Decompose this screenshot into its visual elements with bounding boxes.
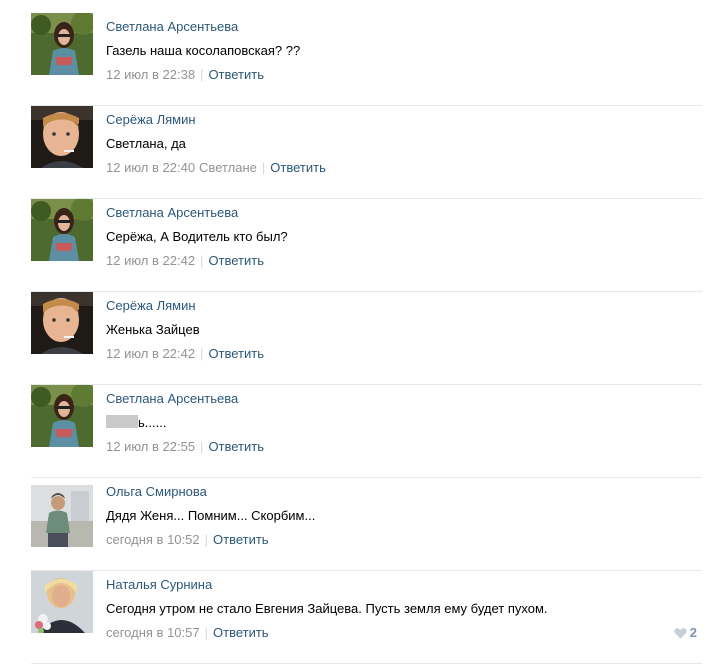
comment-text: ь...... <box>106 415 166 431</box>
comment-item: Серёжа Лямин Светлана, да 12 июл в 22:40… <box>31 106 702 199</box>
divider: | <box>200 439 204 454</box>
comment-text: Светлана, да <box>106 136 186 151</box>
avatar[interactable] <box>31 292 93 354</box>
comment-item: Серёжа Лямин Женька Зайцев 12 июл в 22:4… <box>31 292 702 385</box>
comment-author[interactable]: Светлана Арсентьева <box>106 391 238 407</box>
comment-meta: 12 июл в 22:40 Светлане | Ответить <box>106 160 326 176</box>
comment-author[interactable]: Серёжа Лямин <box>106 112 196 128</box>
comment-item: Ольга Смирнова Дядя Женя... Помним... Ск… <box>31 478 702 571</box>
comment-time[interactable]: сегодня в 10:52 <box>106 532 200 547</box>
divider: | <box>261 160 266 175</box>
comment-meta: 12 июл в 22:42 | Ответить <box>106 346 264 362</box>
like-button[interactable]: 2 <box>674 625 697 641</box>
comment-author[interactable]: Серёжа Лямин <box>106 298 196 314</box>
reply-button[interactable]: Ответить <box>270 160 326 175</box>
divider: | <box>200 346 204 361</box>
comment-time[interactable]: 12 июл в 22:42 <box>106 253 195 268</box>
avatar[interactable] <box>31 199 93 261</box>
divider: | <box>204 625 208 640</box>
comment-text-visible: ь...... <box>138 415 167 430</box>
comment-author[interactable]: Светлана Арсентьева <box>106 205 238 221</box>
comment-meta: сегодня в 10:52 | Ответить <box>106 532 269 548</box>
comment-text: Серёжа, А Водитель кто был? <box>106 229 288 244</box>
comment-item: Наталья Сурнина Сегодня утром не стало Е… <box>31 571 702 664</box>
like-count: 2 <box>689 625 697 640</box>
comment-item: Светлана Арсентьева Газель наша косолапо… <box>31 13 702 106</box>
avatar[interactable] <box>31 571 93 633</box>
reply-button[interactable]: Ответить <box>213 625 269 640</box>
reply-addressee[interactable]: Светлане <box>199 160 257 175</box>
avatar[interactable] <box>31 106 93 168</box>
comment-item: Светлана Арсентьева ь...... 12 июл в 22:… <box>31 385 702 478</box>
avatar[interactable] <box>31 485 93 547</box>
comment-author[interactable]: Наталья Сурнина <box>106 577 212 593</box>
comment-time[interactable]: 12 июл в 22:40 <box>106 160 195 175</box>
comment-time[interactable]: сегодня в 10:57 <box>106 625 200 640</box>
comment-item: Светлана Арсентьева Серёжа, А Водитель к… <box>31 199 702 292</box>
comment-meta: 12 июл в 22:55 | Ответить <box>106 439 264 455</box>
divider: | <box>200 67 204 82</box>
divider: | <box>200 253 204 268</box>
comment-meta: 12 июл в 22:38 | Ответить <box>106 67 264 83</box>
reply-button[interactable]: Ответить <box>208 439 264 454</box>
comment-author[interactable]: Ольга Смирнова <box>106 484 207 500</box>
comment-text: Женька Зайцев <box>106 322 200 337</box>
redacted-block <box>106 415 138 428</box>
comment-text: Сегодня утром не стало Евгения Зайцева. … <box>106 601 548 616</box>
divider: | <box>204 532 208 547</box>
heart-icon <box>674 628 687 639</box>
avatar[interactable] <box>31 385 93 447</box>
reply-button[interactable]: Ответить <box>208 253 264 268</box>
reply-button[interactable]: Ответить <box>213 532 269 547</box>
comment-meta: сегодня в 10:57 | Ответить <box>106 625 269 641</box>
reply-button[interactable]: Ответить <box>208 346 264 361</box>
comment-text: Дядя Женя... Помним... Скорбим... <box>106 508 316 523</box>
comment-time[interactable]: 12 июл в 22:38 <box>106 67 195 82</box>
comment-time[interactable]: 12 июл в 22:42 <box>106 346 195 361</box>
comment-author[interactable]: Светлана Арсентьева <box>106 19 238 35</box>
comment-time[interactable]: 12 июл в 22:55 <box>106 439 195 454</box>
reply-button[interactable]: Ответить <box>208 67 264 82</box>
comment-text: Газель наша косолаповская? ?? <box>106 43 301 58</box>
comment-meta: 12 июл в 22:42 | Ответить <box>106 253 264 269</box>
avatar[interactable] <box>31 13 93 75</box>
